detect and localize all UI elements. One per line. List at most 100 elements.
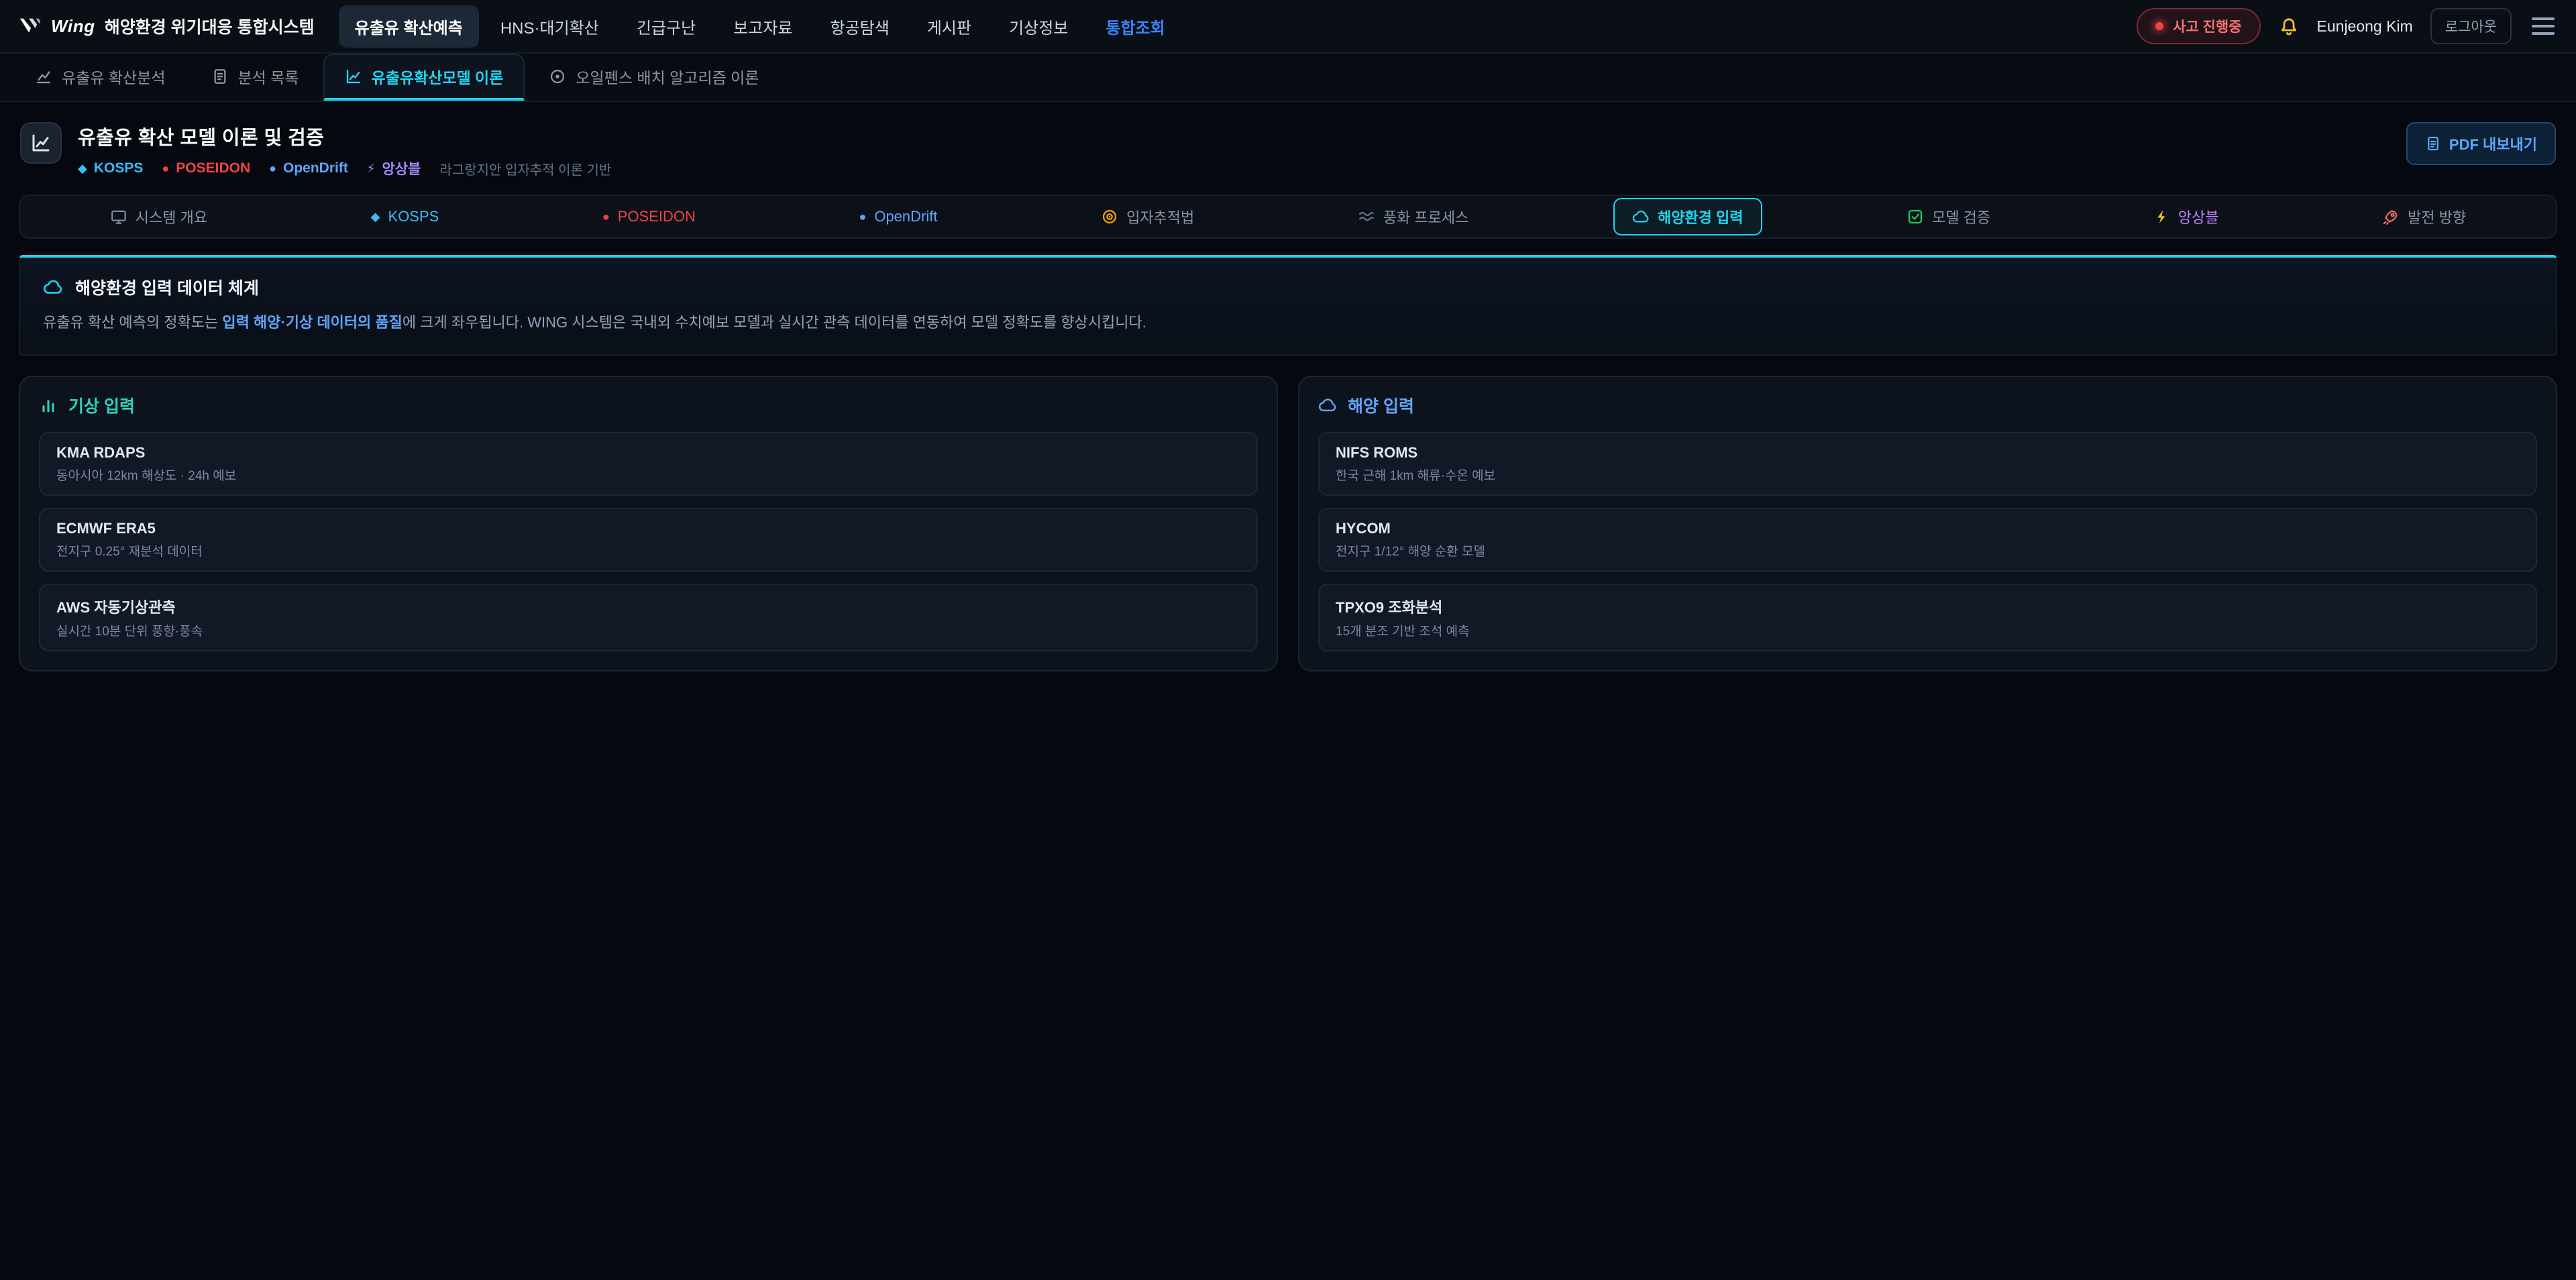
section-item-label: KOSPS [388, 208, 439, 225]
bar-chart-icon [39, 396, 58, 415]
topbar: Wing 해양환경 위기대응 통합시스템 유출유 확산예측 HNS·대기확산 긴… [0, 0, 2576, 54]
nav-item-integrated-search[interactable]: 통합조회 [1089, 5, 1181, 48]
tab-diffusion-model-theory[interactable]: 유출유확산모델 이론 [323, 54, 525, 101]
row-desc: 전지구 1/12° 해양 순환 모델 [1336, 541, 2520, 559]
badge-label: POSEIDON [176, 160, 250, 176]
section-item-particle-tracking[interactable]: 입자추적법 [1082, 198, 1213, 235]
tab-analysis-list[interactable]: 분석 목록 [190, 54, 321, 101]
row-desc: 15개 분조 기반 조석 예측 [1336, 621, 2520, 639]
section-item-ensemble[interactable]: 앙상블 [2135, 198, 2238, 235]
panel-title-row: 해양환경 입력 데이터 체계 [43, 275, 2533, 299]
diamond-icon: ◆ [78, 162, 87, 176]
panel-title: 해양환경 입력 데이터 체계 [75, 275, 259, 299]
poseidon-badge: ● POSEIDON [162, 160, 250, 176]
pdf-export-label: PDF 내보내기 [2449, 133, 2537, 154]
row-name: NIFS ROMS [1336, 444, 2520, 462]
incident-status-badge[interactable]: 사고 진행중 [2137, 8, 2260, 44]
intro-suffix: 에 크게 좌우됩니다. WING 시스템은 국내외 수치예보 모델과 실시간 관… [402, 314, 1146, 331]
chart-icon [35, 68, 52, 85]
cloud-icon [43, 277, 63, 297]
page-header-texts: 유출유 확산 모델 이론 및 검증 ◆ KOSPS ● POSEIDON ● O… [78, 122, 611, 178]
section-item-label: 발전 방향 [2408, 206, 2466, 227]
lightning-icon: ⚡ [367, 162, 376, 176]
list-item[interactable]: HYCOM 전지구 1/12° 해양 순환 모델 [1318, 508, 2537, 572]
menu-icon[interactable] [2529, 12, 2557, 40]
nav-item-reports[interactable]: 보고자료 [717, 5, 808, 48]
section-item-marine-env-input[interactable]: 해양환경 입력 [1613, 198, 1762, 235]
page-header: 유출유 확산 모델 이론 및 검증 ◆ KOSPS ● POSEIDON ● O… [0, 102, 2576, 192]
main-nav: 유출유 확산예측 HNS·대기확산 긴급구난 보고자료 항공탐색 게시판 기상정… [339, 5, 1181, 48]
target-icon [1101, 208, 1118, 225]
dot-icon: ● [859, 210, 866, 224]
wing-logo-icon [19, 17, 42, 36]
incident-dot-icon [2155, 22, 2163, 30]
circle-dot-icon [549, 68, 566, 85]
panel-intro: 유출유 확산 예측의 정확도는 입력 해양·기상 데이터의 품질에 크게 좌우됩… [43, 311, 2533, 334]
section-item-label: OpenDrift [874, 208, 937, 225]
card-title: 기상 입력 [68, 393, 135, 417]
monitor-icon [110, 208, 127, 225]
dot-icon: ● [162, 162, 169, 176]
section-item-system-overview[interactable]: 시스템 개요 [91, 198, 226, 235]
section-item-label: POSEIDON [618, 208, 696, 225]
input-data-cards: 기상 입력 KMA RDAPS 동아시아 12km 해상도 · 24h 예보 E… [19, 376, 2557, 672]
section-item-label: 풍화 프로세스 [1383, 206, 1469, 227]
section-item-weathering-process[interactable]: 풍화 프로세스 [1339, 198, 1488, 235]
row-name: HYCOM [1336, 520, 2520, 537]
section-item-kosps[interactable]: ◆ KOSPS [352, 200, 458, 233]
page-subtitle: 라그랑지안 입자추적 이론 기반 [439, 159, 611, 178]
tab-label: 유출유 확산분석 [62, 65, 166, 88]
section-item-model-validation[interactable]: 모델 검증 [1888, 198, 2009, 235]
row-name: TPXO9 조화분석 [1336, 596, 2520, 617]
kosps-badge: ◆ KOSPS [78, 160, 143, 176]
cloud-icon [1318, 396, 1337, 415]
dot-icon: ● [269, 162, 276, 176]
diamond-icon: ◆ [371, 210, 380, 224]
check-square-icon [1907, 208, 1924, 225]
model-badge-row: ◆ KOSPS ● POSEIDON ● OpenDrift ⚡ 앙상블 라그랑… [78, 158, 611, 178]
rocket-icon [2382, 208, 2400, 225]
nav-item-emergency-rescue[interactable]: 긴급구난 [621, 5, 712, 48]
pdf-export-button[interactable]: PDF 내보내기 [2406, 122, 2556, 165]
row-desc: 실시간 10분 단위 풍향·풍속 [56, 621, 1240, 639]
tab-oil-fence-algorithm-theory[interactable]: 오일펜스 배치 알고리즘 이론 [527, 54, 780, 101]
section-item-label: 모델 검증 [1932, 206, 1990, 227]
nav-item-oil-spill-forecast[interactable]: 유출유 확산예측 [339, 5, 479, 48]
section-item-opendrift[interactable]: ● OpenDrift [840, 200, 956, 233]
logout-button[interactable]: 로그아웃 [2430, 8, 2512, 44]
notification-bell-icon[interactable] [2278, 15, 2300, 37]
row-name: KMA RDAPS [56, 444, 1240, 462]
pdf-document-icon [2425, 136, 2441, 152]
list-item[interactable]: KMA RDAPS 동아시아 12km 해상도 · 24h 예보 [39, 432, 1258, 496]
tab-label: 오일펜스 배치 알고리즘 이론 [576, 65, 759, 88]
incident-status-label: 사고 진행중 [2173, 16, 2241, 36]
list-item[interactable]: TPXO9 조화분석 15개 분조 기반 조석 예측 [1318, 584, 2537, 651]
row-desc: 전지구 0.25° 재분석 데이터 [56, 541, 1240, 559]
section-nav: 시스템 개요 ◆ KOSPS ● POSEIDON ● OpenDrift 입자… [19, 195, 2557, 239]
app-logo[interactable]: Wing 해양환경 위기대응 통합시스템 [19, 14, 315, 38]
cloud-icon [1632, 208, 1650, 225]
nav-item-board[interactable]: 게시판 [911, 5, 987, 48]
row-desc: 동아시아 12km 해상도 · 24h 예보 [56, 466, 1240, 484]
list-item[interactable]: AWS 자동기상관측 실시간 10분 단위 풍향·풍속 [39, 584, 1258, 651]
tab-spill-analysis[interactable]: 유출유 확산분석 [13, 54, 187, 101]
list-item[interactable]: ECMWF ERA5 전지구 0.25° 재분석 데이터 [39, 508, 1258, 572]
nav-item-hns-air-diffusion[interactable]: HNS·대기확산 [484, 5, 615, 48]
section-item-label: 입자추적법 [1126, 206, 1194, 227]
page-header-chart-icon [20, 122, 62, 164]
model-chart-icon [345, 68, 362, 85]
tab-label: 분석 목록 [238, 65, 299, 88]
badge-label: KOSPS [94, 160, 144, 176]
section-item-label: 시스템 개요 [136, 206, 207, 227]
badge-label: 앙상블 [382, 158, 421, 178]
section-item-poseidon[interactable]: ● POSEIDON [584, 200, 714, 233]
section-item-future-direction[interactable]: 발전 방향 [2363, 198, 2485, 235]
ensemble-badge: ⚡ 앙상블 [367, 158, 421, 178]
app-title: 해양환경 위기대응 통합시스템 [105, 14, 315, 38]
nav-item-aerial-search[interactable]: 항공탐색 [814, 5, 905, 48]
ocean-card-title-row: 해양 입력 [1318, 393, 2537, 417]
tab-bar: 유출유 확산분석 분석 목록 유출유확산모델 이론 오일펜스 배치 알고리즘 이… [0, 54, 2576, 102]
nav-item-weather-info[interactable]: 기상정보 [993, 5, 1084, 48]
list-item[interactable]: NIFS ROMS 한국 근해 1km 해류·수온 예보 [1318, 432, 2537, 496]
marine-env-input-panel: 해양환경 입력 데이터 체계 유출유 확산 예측의 정확도는 입력 해양·기상 … [19, 255, 2557, 356]
